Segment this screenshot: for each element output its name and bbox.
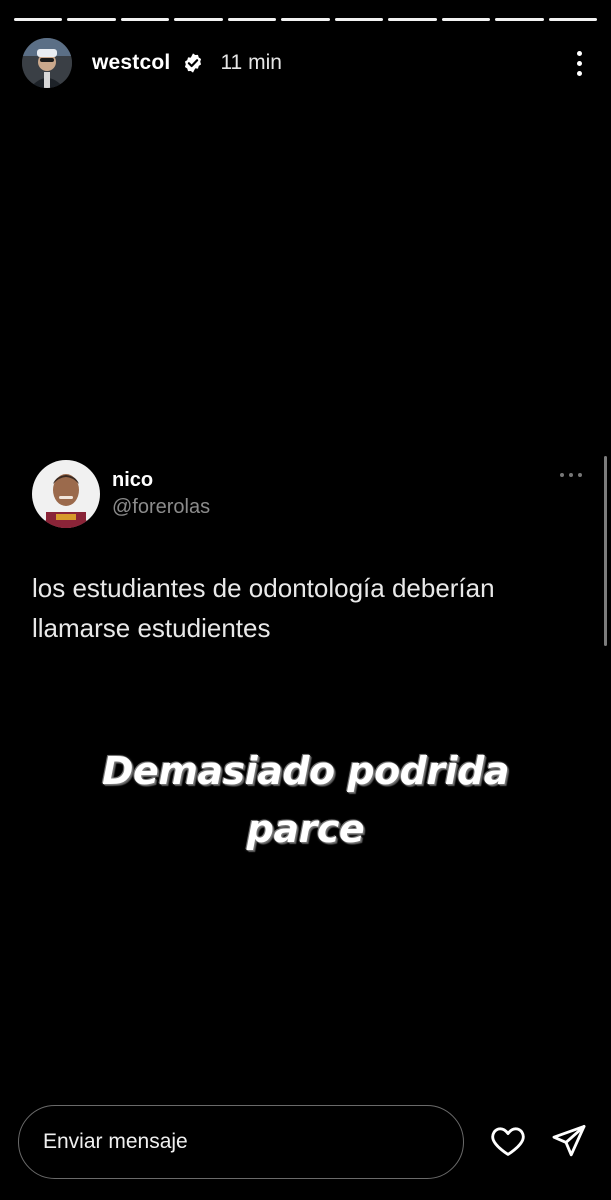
- message-input[interactable]: Enviar mensaje: [18, 1105, 464, 1179]
- message-placeholder: Enviar mensaje: [43, 1130, 188, 1153]
- verified-badge-icon: [182, 52, 204, 74]
- tweet-text: los estudiantes de odontología deberían …: [32, 573, 495, 643]
- tweet-avatar: [32, 460, 100, 528]
- story-caption: Demasiado podrida parce: [0, 742, 611, 858]
- progress-segment: [548, 18, 597, 21]
- story-header: westcol 11 min: [22, 37, 591, 89]
- more-vertical-icon[interactable]: [567, 46, 591, 80]
- progress-segment: [14, 18, 63, 21]
- story-progress-bar: [14, 18, 597, 21]
- tweet-card: nico @forerolas los estudiantes de odont…: [32, 460, 592, 648]
- timestamp: 11 min: [220, 51, 282, 74]
- progress-segment: [334, 18, 384, 21]
- username[interactable]: westcol: [92, 51, 170, 75]
- caption-line-2: parce: [246, 807, 365, 851]
- more-horizontal-icon: [560, 472, 582, 478]
- progress-segment: [120, 18, 170, 21]
- progress-segment: [174, 18, 223, 21]
- user-photo-icon: [32, 460, 100, 528]
- progress-segment: [67, 18, 116, 21]
- send-icon[interactable]: [550, 1122, 588, 1160]
- progress-segment: [281, 18, 330, 21]
- progress-segment: [388, 18, 437, 21]
- scroll-indicator: [604, 456, 607, 646]
- progress-segment: [441, 18, 491, 21]
- progress-segment: [495, 18, 544, 21]
- heart-icon[interactable]: [488, 1122, 528, 1160]
- tweet-author-handle: @forerolas: [112, 496, 211, 518]
- avatar[interactable]: [22, 38, 72, 88]
- progress-segment: [227, 18, 277, 21]
- tweet-header: nico @forerolas: [32, 460, 592, 528]
- profile-avatar-icon: [22, 38, 72, 88]
- tweet-author-name: nico: [112, 469, 154, 491]
- caption-line-1: Demasiado podrida: [102, 749, 510, 793]
